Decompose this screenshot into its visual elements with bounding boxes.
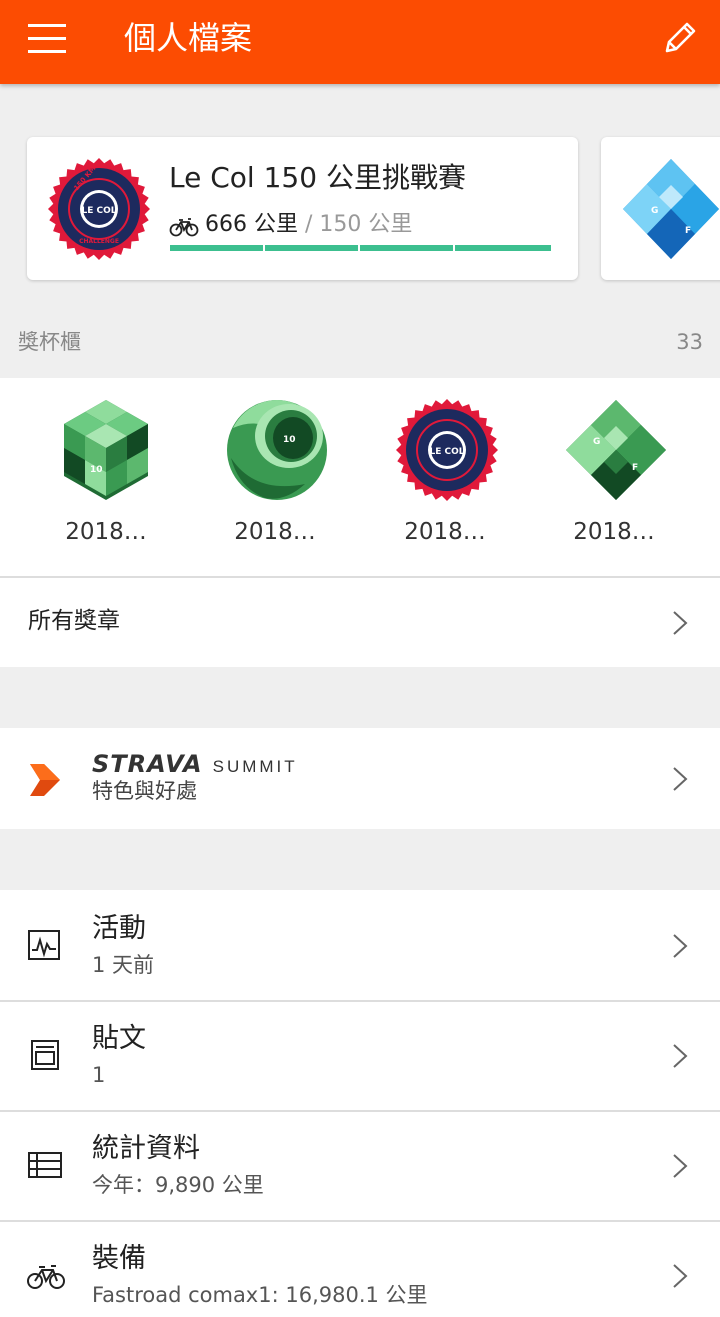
challenge-name: Le Col 150 公里挑戰賽 — [169, 161, 466, 194]
chevron-right-icon — [673, 934, 688, 958]
progress-value: 666 公里 — [205, 212, 298, 237]
svg-text:F: F — [632, 463, 638, 473]
svg-text:LE COL: LE COL — [429, 447, 464, 457]
trophy-label: 2018… — [234, 519, 316, 545]
trophy-item[interactable]: 10 2018… — [21, 378, 191, 576]
activities-row[interactable]: 活動 1 天前 — [0, 890, 720, 1000]
svg-text:G: G — [593, 437, 600, 447]
divider — [0, 1220, 720, 1222]
summit-word: SUMMIT — [212, 757, 298, 776]
progress-segment — [453, 245, 455, 251]
badge-bottom-text: CHALLENGE — [79, 238, 119, 245]
svg-text:G: G — [651, 206, 658, 216]
row-title: 活動 — [92, 913, 146, 944]
menu-icon[interactable] — [26, 22, 70, 58]
badge-center-text: LE COL — [81, 206, 116, 216]
trophy-label: 2018… — [573, 519, 655, 545]
sphere-10-badge: 10 — [227, 400, 327, 500]
svg-text:10: 10 — [283, 435, 296, 445]
stats-table-icon — [28, 1152, 62, 1178]
divider — [0, 1110, 720, 1112]
row-subtitle: Fastroad comax1: 16,980.1 公里 — [92, 1283, 428, 1307]
trophy-case: 10 2018… 10 2018… LE COL 2018… G F 2018… — [0, 378, 720, 576]
progress-fill — [170, 245, 551, 251]
chevron-right-icon — [673, 1264, 688, 1288]
trophy-item[interactable]: 10 2018… — [190, 378, 360, 576]
summit-brand: STRAVA SUMMIT — [92, 750, 298, 778]
divider — [0, 1000, 720, 1002]
summit-subtitle: 特色與好處 — [92, 779, 197, 803]
challenge-progress: 666 公里 / 150 公里 — [169, 209, 412, 241]
trophy-case-count: 33 — [676, 330, 703, 354]
le-col-challenge-badge: LE COL — [396, 399, 498, 501]
challenge-card-next[interactable]: G F — [601, 137, 720, 280]
row-title: 貼文 — [92, 1023, 146, 1054]
trophy-case-label: 獎杯櫃 — [18, 330, 81, 354]
trophy-item[interactable]: G F 2018… — [529, 378, 699, 576]
progress-goal: / 150 公里 — [298, 212, 413, 237]
bike-icon — [169, 218, 199, 237]
all-badges-row[interactable]: 所有獎章 — [0, 576, 720, 667]
gran-fondo-diamond-badge: G F — [566, 400, 666, 500]
trophy-item[interactable]: LE COL 2018… — [360, 378, 530, 576]
chevron-right-icon — [673, 611, 688, 635]
row-subtitle: 今年：9,890 公里 — [92, 1173, 264, 1197]
progress-segment — [263, 245, 265, 251]
posts-row[interactable]: 貼文 1 — [0, 1000, 720, 1110]
post-icon — [31, 1040, 59, 1070]
pencil-icon[interactable] — [658, 16, 702, 60]
le-col-challenge-badge: LE COL 150 KM CHALLENGE — [48, 158, 150, 260]
trophy-label: 2018… — [404, 519, 486, 545]
trophy-label: 2018… — [65, 519, 147, 545]
row-subtitle: 1 — [92, 1063, 106, 1087]
all-badges-label: 所有獎章 — [28, 608, 120, 634]
chevron-right-icon — [673, 1044, 688, 1068]
gear-row[interactable]: 裝備 Fastroad comax1: 16,980.1 公里 — [0, 1220, 720, 1317]
challenge-progress-bar — [170, 245, 551, 251]
divider — [0, 576, 720, 578]
row-subtitle: 1 天前 — [92, 953, 155, 977]
summit-chevron-icon — [30, 764, 60, 796]
progress-segment — [358, 245, 360, 251]
strava-logo-text: STRAVA — [92, 750, 203, 778]
page-title: 個人檔案 — [124, 19, 253, 57]
svg-text:F: F — [685, 226, 691, 236]
svg-text:10: 10 — [90, 465, 103, 475]
bike-icon — [27, 1265, 65, 1289]
activity-chart-icon — [28, 930, 60, 960]
stats-row[interactable]: 統計資料 今年：9,890 公里 — [0, 1110, 720, 1220]
chevron-right-icon — [673, 767, 688, 791]
app-bar: 個人檔案 — [0, 0, 720, 84]
summit-row[interactable]: STRAVA SUMMIT 特色與好處 — [0, 728, 720, 829]
gran-fondo-diamond-badge: G F — [623, 159, 719, 259]
row-title: 統計資料 — [92, 1133, 200, 1164]
chevron-right-icon — [673, 1154, 688, 1178]
cube-10-badge: 10 — [64, 400, 148, 500]
challenge-card[interactable]: LE COL 150 KM CHALLENGE Le Col 150 公里挑戰賽… — [27, 137, 578, 280]
row-title: 裝備 — [92, 1243, 146, 1274]
